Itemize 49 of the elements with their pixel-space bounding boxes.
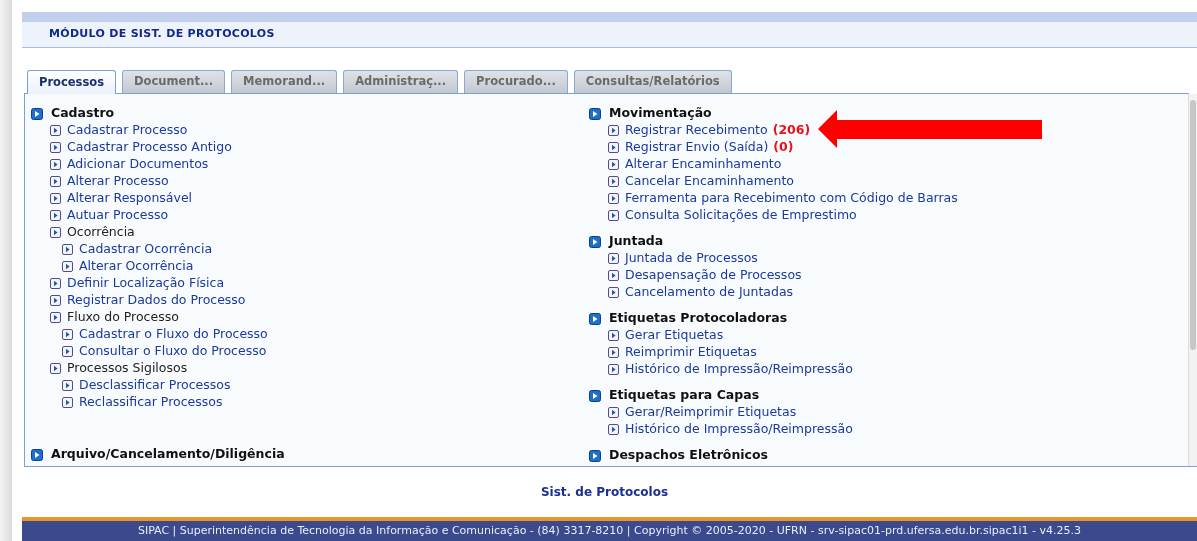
- section-title: Despachos Eletrônicos: [609, 446, 768, 465]
- menu-link[interactable]: Histórico de Impressão/Reimpressão: [625, 361, 853, 377]
- menu-link[interactable]: Consultar o Fluxo do Processo: [79, 343, 267, 359]
- menu-link[interactable]: Gerar/Reimprimir Etiquetas: [625, 404, 797, 420]
- tab[interactable]: Processos: [27, 70, 117, 94]
- menu-link[interactable]: Adicionar Documentos: [67, 156, 209, 172]
- menu-link[interactable]: Definir Localização Física: [67, 275, 225, 291]
- menu-link[interactable]: Desclassificar Processos: [79, 377, 231, 393]
- menu-link[interactable]: Reclassificar Processos: [79, 394, 223, 410]
- menu-link[interactable]: Cadastrar Processo Antigo: [67, 139, 232, 155]
- menu-link[interactable]: Juntada de Processos: [625, 250, 758, 266]
- menu-link[interactable]: Alterar Encaminhamento: [625, 156, 782, 172]
- tab[interactable]: Consultas/Relatórios: [573, 70, 732, 93]
- module-title: MÓDULO DE SIST. DE PROTOCOLOS: [49, 26, 275, 43]
- menu-link[interactable]: Gerar Etiquetas: [625, 327, 724, 343]
- menu-link[interactable]: Histórico de Impressão/Reimpressão: [625, 421, 853, 437]
- menu-link[interactable]: Alterar Ocorrência: [79, 258, 194, 274]
- tab[interactable]: Document...: [122, 70, 226, 93]
- menu-link[interactable]: Autuar Processo: [67, 207, 169, 223]
- tab[interactable]: Memorand...: [231, 70, 338, 93]
- menu-link[interactable]: Registrar Recebimento: [625, 122, 768, 138]
- tab[interactable]: Administraç...: [343, 70, 459, 93]
- group-label: Fluxo do Processo: [67, 308, 179, 327]
- section-title: Juntada: [609, 232, 664, 251]
- menu-link[interactable]: Cadastrar Ocorrência: [79, 241, 213, 257]
- section-title: Etiquetas para Capas: [609, 386, 760, 405]
- section-title: Etiquetas Protocoladoras: [609, 309, 788, 328]
- menu-link[interactable]: Cancelamento de Juntadas: [625, 284, 794, 300]
- tab[interactable]: Procurado...: [464, 70, 568, 93]
- menu-link[interactable]: Registrar Dados do Processo: [67, 292, 246, 308]
- count-label: (0): [773, 139, 794, 155]
- menu-link[interactable]: Registrar Envio (Saída): [625, 139, 769, 155]
- menu-link[interactable]: Ferramenta para Recebimento com Código de Barras: [625, 190, 958, 206]
- section-title: Movimentação: [609, 104, 712, 123]
- section-title: Arquivo/Cancelamento/Diligência: [51, 445, 285, 464]
- menu-link[interactable]: Alterar Processo: [67, 173, 169, 189]
- footer-link[interactable]: Sist. de Protocolos: [540, 483, 669, 501]
- menu-link[interactable]: Alterar Responsável: [67, 190, 193, 206]
- menu-link[interactable]: Desapensação de Processos: [625, 267, 802, 283]
- menu-link[interactable]: Consulta Solicitações de Emprestimo: [625, 207, 857, 223]
- menu-link[interactable]: Cadastrar Processo: [67, 122, 188, 138]
- menu-link[interactable]: Cadastrar o Fluxo do Processo: [79, 326, 268, 342]
- count-label: (206): [772, 122, 811, 138]
- group-label: Processos Sigilosos: [67, 359, 188, 378]
- menu-link[interactable]: Cancelar Encaminhamento: [625, 173, 794, 189]
- group-label: Ocorrência: [67, 223, 135, 242]
- section-title: Cadastro: [51, 104, 115, 123]
- menu-link[interactable]: Reimprimir Etiquetas: [625, 344, 757, 360]
- status-text: SIPAC | Superintendência de Tecnologia da Informação e Comunicação - (84) 3317-8210 | Copyright © 2005-2020 - UFRN - srv-sipac01-prd.ufersa.edu.br.sipac1i1 - v4.25.3: [137, 522, 1082, 539]
